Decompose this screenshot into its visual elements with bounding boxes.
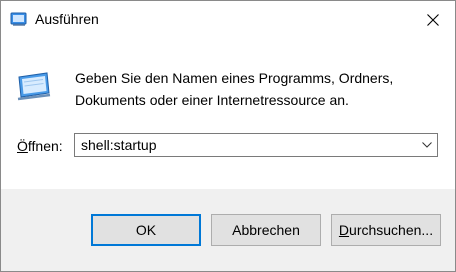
browse-button[interactable]: Durchsuchen...	[331, 214, 441, 246]
open-label-text: ffnen:	[27, 138, 63, 154]
run-app-icon	[10, 12, 27, 26]
instruction-line-1: Geben Sie den Namen eines Programms, Ord…	[75, 70, 394, 86]
instruction-line-2: Dokuments oder einer Internetressource a…	[75, 92, 349, 108]
dropdown-button[interactable]	[418, 135, 436, 155]
button-bar: OK Abbrechen Durchsuchen...	[1, 189, 455, 271]
title-bar: Ausführen	[1, 1, 455, 38]
dialog-content: Geben Sie den Namen eines Programms, Ord…	[1, 38, 455, 189]
run-program-icon	[17, 72, 51, 101]
open-combobox[interactable]	[74, 133, 438, 157]
close-icon	[426, 13, 439, 26]
browse-label: urchsuchen...	[349, 222, 434, 238]
ok-button[interactable]: OK	[91, 214, 201, 246]
window-title: Ausführen	[35, 11, 99, 27]
open-label: Öffnen:	[17, 137, 63, 155]
open-input[interactable]	[81, 136, 401, 154]
cancel-button[interactable]: Abbrechen	[211, 214, 321, 246]
open-label-accelerator: Ö	[17, 138, 28, 154]
browse-accelerator: D	[338, 222, 350, 238]
run-dialog: Ausführen Geben Sie den Namen eines Prog…	[0, 0, 456, 272]
close-button[interactable]	[410, 1, 455, 38]
chevron-down-icon	[422, 142, 432, 148]
instruction-text: Geben Sie den Namen eines Programms, Ord…	[75, 67, 445, 111]
